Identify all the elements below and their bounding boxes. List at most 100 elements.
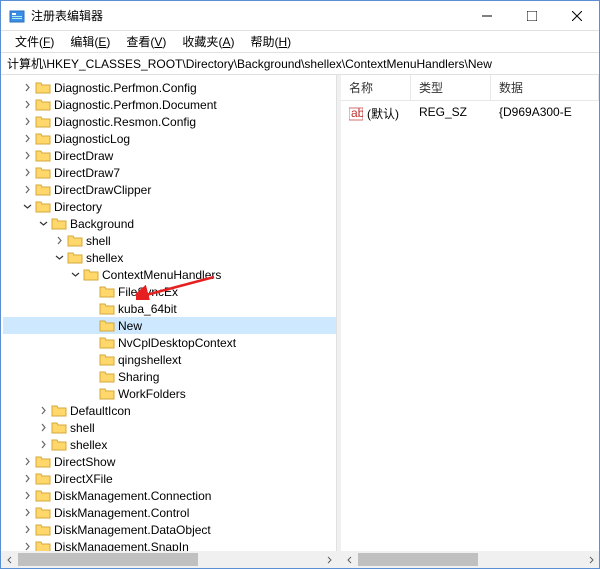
- folder-icon: [99, 370, 115, 384]
- list-pane[interactable]: 名称 类型 数据 ab (默认) REG_SZ {D969A300-E: [341, 75, 599, 568]
- tree-label: shell: [86, 234, 111, 248]
- tree-label: Diagnostic.Perfmon.Document: [54, 98, 217, 112]
- tree-node-n7a2a7[interactable]: WorkFolders: [3, 385, 336, 402]
- tree-node-n7a2a4[interactable]: NvCplDesktopContext: [3, 334, 336, 351]
- tree-node-n7a2[interactable]: shellex: [3, 249, 336, 266]
- chevron-right-icon[interactable]: [51, 233, 67, 249]
- twisty-empty: [83, 369, 99, 385]
- tree-node-n7[interactable]: Directory: [3, 198, 336, 215]
- folder-icon: [67, 234, 83, 248]
- list-hscrollbar[interactable]: [341, 551, 599, 568]
- tree-node-n7c[interactable]: shell: [3, 419, 336, 436]
- maximize-button[interactable]: [509, 1, 554, 30]
- folder-icon: [99, 319, 115, 333]
- tree-label: DirectDrawClipper: [54, 183, 151, 197]
- tree-label: FileSyncEx: [118, 285, 178, 299]
- tree-node-n10[interactable]: DiskManagement.Connection: [3, 487, 336, 504]
- folder-icon: [99, 387, 115, 401]
- scroll-thumb[interactable]: [18, 553, 198, 566]
- folder-icon: [99, 336, 115, 350]
- tree-node-n7a2a6[interactable]: Sharing: [3, 368, 336, 385]
- chevron-right-icon[interactable]: [19, 80, 35, 96]
- chevron-right-icon[interactable]: [35, 403, 51, 419]
- tree-label: New: [118, 319, 142, 333]
- folder-icon: [35, 132, 51, 146]
- chevron-down-icon[interactable]: [35, 216, 51, 232]
- chevron-right-icon[interactable]: [19, 148, 35, 164]
- list-row[interactable]: ab (默认) REG_SZ {D969A300-E: [341, 101, 599, 126]
- tree-node-n5[interactable]: DirectDraw7: [3, 164, 336, 181]
- tree-pane[interactable]: Diagnostic.Perfmon.Config Diagnostic.Perf…: [1, 75, 337, 568]
- tree-hscrollbar[interactable]: [1, 551, 337, 568]
- chevron-right-icon[interactable]: [19, 182, 35, 198]
- col-header-type[interactable]: 类型: [411, 75, 491, 100]
- scroll-right-button[interactable]: [320, 551, 337, 568]
- chevron-right-icon[interactable]: [19, 454, 35, 470]
- col-header-data[interactable]: 数据: [491, 75, 599, 100]
- menu-file[interactable]: 文件(F): [7, 31, 62, 52]
- tree-label: Directory: [54, 200, 102, 214]
- tree-node-n7a2a3[interactable]: New: [3, 317, 336, 334]
- tree-node-n7a2a[interactable]: ContextMenuHandlers: [3, 266, 336, 283]
- address-input[interactable]: [1, 55, 599, 73]
- col-header-name[interactable]: 名称: [341, 75, 411, 100]
- scroll-right-button[interactable]: [582, 551, 599, 568]
- tree-node-n8[interactable]: DirectShow: [3, 453, 336, 470]
- tree-label: DirectXFile: [54, 472, 113, 486]
- tree-node-n1[interactable]: Diagnostic.Perfmon.Document: [3, 96, 336, 113]
- value-data: {D969A300-E: [491, 103, 599, 124]
- value-type: REG_SZ: [411, 103, 491, 124]
- scroll-left-button[interactable]: [341, 551, 358, 568]
- chevron-down-icon[interactable]: [67, 267, 83, 283]
- tree-node-n7d[interactable]: shellex: [3, 436, 336, 453]
- menu-favorites[interactable]: 收藏夹(A): [174, 31, 242, 52]
- twisty-empty: [83, 301, 99, 317]
- svg-text:ab: ab: [351, 107, 363, 120]
- chevron-right-icon[interactable]: [35, 437, 51, 453]
- minimize-button[interactable]: [464, 1, 509, 30]
- tree-node-n7b[interactable]: DefaultIcon: [3, 402, 336, 419]
- chevron-right-icon[interactable]: [19, 114, 35, 130]
- tree-node-n7a2a2[interactable]: kuba_64bit: [3, 300, 336, 317]
- close-button[interactable]: [554, 1, 599, 30]
- chevron-right-icon[interactable]: [19, 165, 35, 181]
- string-value-icon: ab: [349, 107, 363, 121]
- tree-node-n11[interactable]: DiskManagement.Control: [3, 504, 336, 521]
- tree-node-n3[interactable]: DiagnosticLog: [3, 130, 336, 147]
- menu-view[interactable]: 查看(V): [118, 31, 174, 52]
- tree-node-n4[interactable]: DirectDraw: [3, 147, 336, 164]
- chevron-right-icon[interactable]: [19, 488, 35, 504]
- folder-icon: [51, 421, 67, 435]
- tree-node-n7a[interactable]: Background: [3, 215, 336, 232]
- folder-icon: [35, 506, 51, 520]
- tree-node-n7a2a1[interactable]: FileSyncEx: [3, 283, 336, 300]
- scroll-thumb[interactable]: [358, 553, 478, 566]
- chevron-down-icon[interactable]: [19, 199, 35, 215]
- folder-icon: [51, 217, 67, 231]
- chevron-right-icon[interactable]: [19, 131, 35, 147]
- tree-label: DirectDraw: [54, 149, 113, 163]
- app-icon: [9, 8, 25, 24]
- chevron-right-icon[interactable]: [19, 97, 35, 113]
- menu-edit[interactable]: 编辑(E): [62, 31, 118, 52]
- chevron-down-icon[interactable]: [51, 250, 67, 266]
- tree-node-n9[interactable]: DirectXFile: [3, 470, 336, 487]
- address-bar: [1, 53, 599, 75]
- tree-node-n7a1[interactable]: shell: [3, 232, 336, 249]
- title-bar: 注册表编辑器: [1, 1, 599, 31]
- tree-node-n7a2a5[interactable]: qingshellext: [3, 351, 336, 368]
- tree-label: Diagnostic.Resmon.Config: [54, 115, 196, 129]
- tree-node-n6[interactable]: DirectDrawClipper: [3, 181, 336, 198]
- tree-node-n2[interactable]: Diagnostic.Resmon.Config: [3, 113, 336, 130]
- folder-icon: [99, 353, 115, 367]
- chevron-right-icon[interactable]: [19, 471, 35, 487]
- chevron-right-icon[interactable]: [19, 522, 35, 538]
- menu-help[interactable]: 帮助(H): [242, 31, 299, 52]
- tree-node-n12[interactable]: DiskManagement.DataObject: [3, 521, 336, 538]
- scroll-left-button[interactable]: [1, 551, 18, 568]
- chevron-right-icon[interactable]: [19, 505, 35, 521]
- chevron-right-icon[interactable]: [35, 420, 51, 436]
- twisty-empty: [83, 318, 99, 334]
- tree-label: kuba_64bit: [118, 302, 177, 316]
- tree-node-n0[interactable]: Diagnostic.Perfmon.Config: [3, 79, 336, 96]
